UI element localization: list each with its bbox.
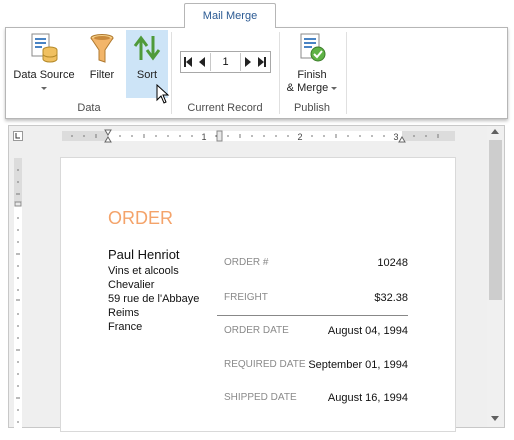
previous-record-icon (199, 57, 205, 67)
finish-merge-button[interactable]: Finish & Merge (283, 30, 341, 98)
group-label-data: Data (77, 102, 101, 114)
customer-address-line: Vins et alcools (108, 265, 179, 277)
field-value-required-date: September 01, 1994 (308, 359, 408, 371)
first-record-icon (184, 57, 192, 67)
scroll-up-icon[interactable] (491, 129, 499, 134)
group-label-current-record: Current Record (187, 102, 263, 114)
chevron-down-icon (331, 86, 338, 90)
last-record-icon (258, 57, 266, 67)
chevron-down-icon (41, 86, 47, 90)
mouse-pointer-icon (156, 83, 170, 107)
data-source-label: Data Source (13, 69, 75, 81)
field-value-order-number: 10248 (377, 257, 408, 269)
sort-label: Sort (136, 69, 158, 81)
divider-line (217, 315, 408, 316)
customer-address-line: Chevalier (108, 279, 155, 291)
filter-label: Filter (89, 69, 115, 81)
finish-merge-label-line2: & Merge (286, 82, 329, 94)
tab-mail-merge[interactable]: Mail Merge (184, 3, 276, 28)
tab-stop-icon (13, 131, 23, 141)
horizontal-ruler[interactable]: 1 2 3 (62, 129, 455, 143)
ruler-mark-1: 1 (201, 132, 206, 142)
next-record-button[interactable] (241, 52, 255, 72)
ruler-mark-2: 2 (297, 132, 302, 142)
last-record-button[interactable] (255, 52, 269, 72)
filter-button[interactable]: Filter (83, 30, 121, 98)
finish-merge-icon (297, 32, 327, 67)
field-value-freight: $32.38 (374, 292, 408, 304)
data-source-icon (29, 32, 59, 67)
field-label-order-number: ORDER # (224, 257, 269, 268)
previous-record-button[interactable] (195, 52, 209, 72)
customer-address-line: France (108, 321, 143, 333)
customer-name: Paul Henriot (108, 247, 180, 262)
group-divider (279, 32, 280, 114)
group-label-publish: Publish (293, 102, 331, 114)
group-divider (171, 32, 172, 114)
customer-address-line: 59 rue de l'Abbaye (108, 293, 200, 305)
scroll-down-icon[interactable] (491, 416, 499, 421)
filter-icon (88, 32, 116, 67)
field-label-freight: FREIGHT (224, 292, 268, 303)
customer-address-line: Reims (108, 307, 140, 319)
ruler-mark-3: 3 (393, 132, 398, 142)
field-value-order-date: August 04, 1994 (327, 325, 408, 337)
document-title: ORDER (108, 208, 174, 228)
field-label-shipped-date: SHIPPED DATE (224, 392, 297, 403)
tab-stop-selector[interactable] (13, 131, 23, 141)
current-record-input[interactable] (210, 53, 241, 71)
field-value-shipped-date: August 16, 1994 (327, 392, 408, 404)
field-label-order-date: ORDER DATE (224, 325, 289, 336)
vertical-ruler[interactable] (13, 158, 23, 428)
field-label-required-date: REQUIRED DATE (224, 359, 306, 370)
data-source-button[interactable]: Data Source (9, 30, 79, 98)
sort-icon (132, 32, 162, 67)
finish-merge-label-line1: Finish (297, 69, 327, 81)
next-record-icon (245, 57, 251, 67)
record-navigator (180, 51, 271, 73)
group-divider (346, 32, 347, 114)
scrollbar-thumb[interactable] (489, 140, 502, 300)
first-record-button[interactable] (181, 52, 195, 72)
